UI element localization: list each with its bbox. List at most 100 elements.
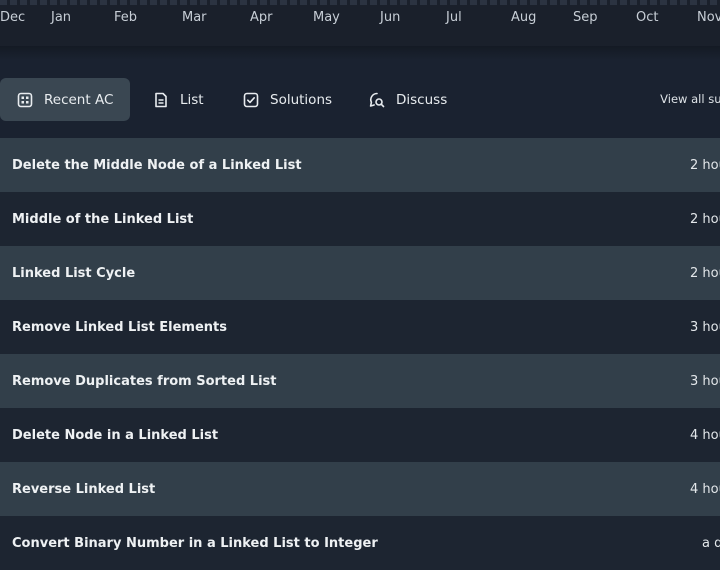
heatmap-cell — [50, 0, 57, 5]
heatmap-cell — [540, 0, 547, 5]
submission-time: 2 hou — [690, 211, 720, 227]
heatmap-cell — [690, 0, 697, 5]
heatmap-cell — [30, 0, 37, 5]
heatmap-cell — [60, 0, 67, 5]
list-item[interactable]: Middle of the Linked List 2 hou — [0, 192, 720, 246]
tab-recent-ac[interactable]: Recent AC — [0, 78, 130, 121]
heatmap-cell — [490, 0, 497, 5]
heatmap-cell — [160, 0, 167, 5]
heatmap-cell — [270, 0, 277, 5]
heatmap-cell — [10, 0, 17, 5]
list-item[interactable]: Delete Node in a Linked List 4 hou — [0, 408, 720, 462]
heatmap-cell — [330, 0, 337, 5]
problem-title[interactable]: Reverse Linked List — [12, 482, 155, 497]
heatmap-cell — [660, 0, 667, 5]
list-item[interactable]: Remove Duplicates from Sorted List 3 hou — [0, 354, 720, 408]
heatmap-cell — [20, 0, 27, 5]
submission-heatmap: Dec Jan Feb Mar Apr May Jun Jul Aug Sep … — [0, 0, 720, 46]
heatmap-cell — [380, 0, 387, 5]
heatmap-cell — [400, 0, 407, 5]
list-item[interactable]: Delete the Middle Node of a Linked List … — [0, 138, 720, 192]
list-item[interactable]: Linked List Cycle 2 hou — [0, 246, 720, 300]
heatmap-cell — [90, 0, 97, 5]
tab-label: List — [180, 91, 204, 108]
heatmap-cell — [580, 0, 587, 5]
submission-time: 2 hou — [690, 157, 720, 173]
recent-ac-icon — [17, 92, 33, 107]
heatmap-cell — [390, 0, 397, 5]
heatmap-cell — [210, 0, 217, 5]
heatmap-cell — [350, 0, 357, 5]
list-item[interactable]: Convert Binary Number in a Linked List t… — [0, 516, 720, 570]
tab-label: Discuss — [396, 91, 448, 108]
heatmap-cell — [620, 0, 627, 5]
heatmap-cell — [310, 0, 317, 5]
heatmap-cell — [710, 0, 717, 5]
heatmap-cells — [0, 0, 720, 6]
heatmap-cell — [500, 0, 507, 5]
month-label: Jun — [380, 10, 401, 25]
heatmap-cell — [680, 0, 687, 5]
tab-label: Solutions — [270, 91, 333, 108]
heatmap-cell — [370, 0, 377, 5]
submission-time: 3 hou — [690, 319, 720, 335]
month-label: Aug — [511, 10, 537, 25]
heatmap-cell — [650, 0, 657, 5]
problem-title[interactable]: Convert Binary Number in a Linked List t… — [12, 536, 378, 551]
heatmap-cell — [450, 0, 457, 5]
heatmap-cell — [250, 0, 257, 5]
problem-title[interactable]: Remove Linked List Elements — [12, 320, 227, 335]
heatmap-cell — [480, 0, 487, 5]
heatmap-cell — [520, 0, 527, 5]
view-all-submissions-link[interactable]: View all subm — [660, 92, 720, 106]
problem-title[interactable]: Middle of the Linked List — [12, 212, 193, 227]
problem-title[interactable]: Delete the Middle Node of a Linked List — [12, 158, 302, 173]
list-item[interactable]: Remove Linked List Elements 3 hou — [0, 300, 720, 354]
heatmap-cell — [700, 0, 707, 5]
heatmap-cell — [240, 0, 247, 5]
heatmap-cell — [290, 0, 297, 5]
heatmap-cell — [670, 0, 677, 5]
submission-time: a d — [702, 535, 720, 551]
heatmap-cell — [420, 0, 427, 5]
problem-title[interactable]: Linked List Cycle — [12, 266, 135, 281]
heatmap-cell — [640, 0, 647, 5]
submission-tabs: Recent AC List Solutions Discuss View al… — [0, 78, 720, 122]
month-label: Dec — [0, 10, 26, 25]
section-divider — [0, 46, 720, 60]
heatmap-cell — [300, 0, 307, 5]
heatmap-cell — [530, 0, 537, 5]
submission-time: 4 hou — [690, 481, 720, 497]
month-label: Sep — [573, 10, 598, 25]
heatmap-cell — [560, 0, 567, 5]
month-label: Apr — [250, 10, 273, 25]
solutions-icon — [243, 92, 259, 107]
heatmap-cell — [230, 0, 237, 5]
discuss-icon — [369, 92, 385, 107]
month-label: Jan — [51, 10, 72, 25]
problem-title[interactable]: Remove Duplicates from Sorted List — [12, 374, 277, 389]
tab-solutions[interactable]: Solutions — [226, 78, 348, 121]
heatmap-cell — [260, 0, 267, 5]
heatmap-cell — [180, 0, 187, 5]
heatmap-cell — [430, 0, 437, 5]
tab-list[interactable]: List — [136, 78, 220, 121]
list-item[interactable]: Reverse Linked List 4 hou — [0, 462, 720, 516]
problem-title[interactable]: Delete Node in a Linked List — [12, 428, 218, 443]
heatmap-cell — [150, 0, 157, 5]
heatmap-cell — [590, 0, 597, 5]
heatmap-cell — [80, 0, 87, 5]
heatmap-cell — [470, 0, 477, 5]
month-label: Oct — [636, 10, 659, 25]
heatmap-cell — [340, 0, 347, 5]
tab-label: Recent AC — [44, 91, 114, 108]
heatmap-cell — [360, 0, 367, 5]
heatmap-cell — [550, 0, 557, 5]
heatmap-cell — [170, 0, 177, 5]
month-label: May — [313, 10, 340, 25]
tab-discuss[interactable]: Discuss — [352, 78, 463, 121]
list-icon — [155, 92, 167, 107]
heatmap-cell — [510, 0, 517, 5]
heatmap-cell — [70, 0, 77, 5]
heatmap-cell — [630, 0, 637, 5]
